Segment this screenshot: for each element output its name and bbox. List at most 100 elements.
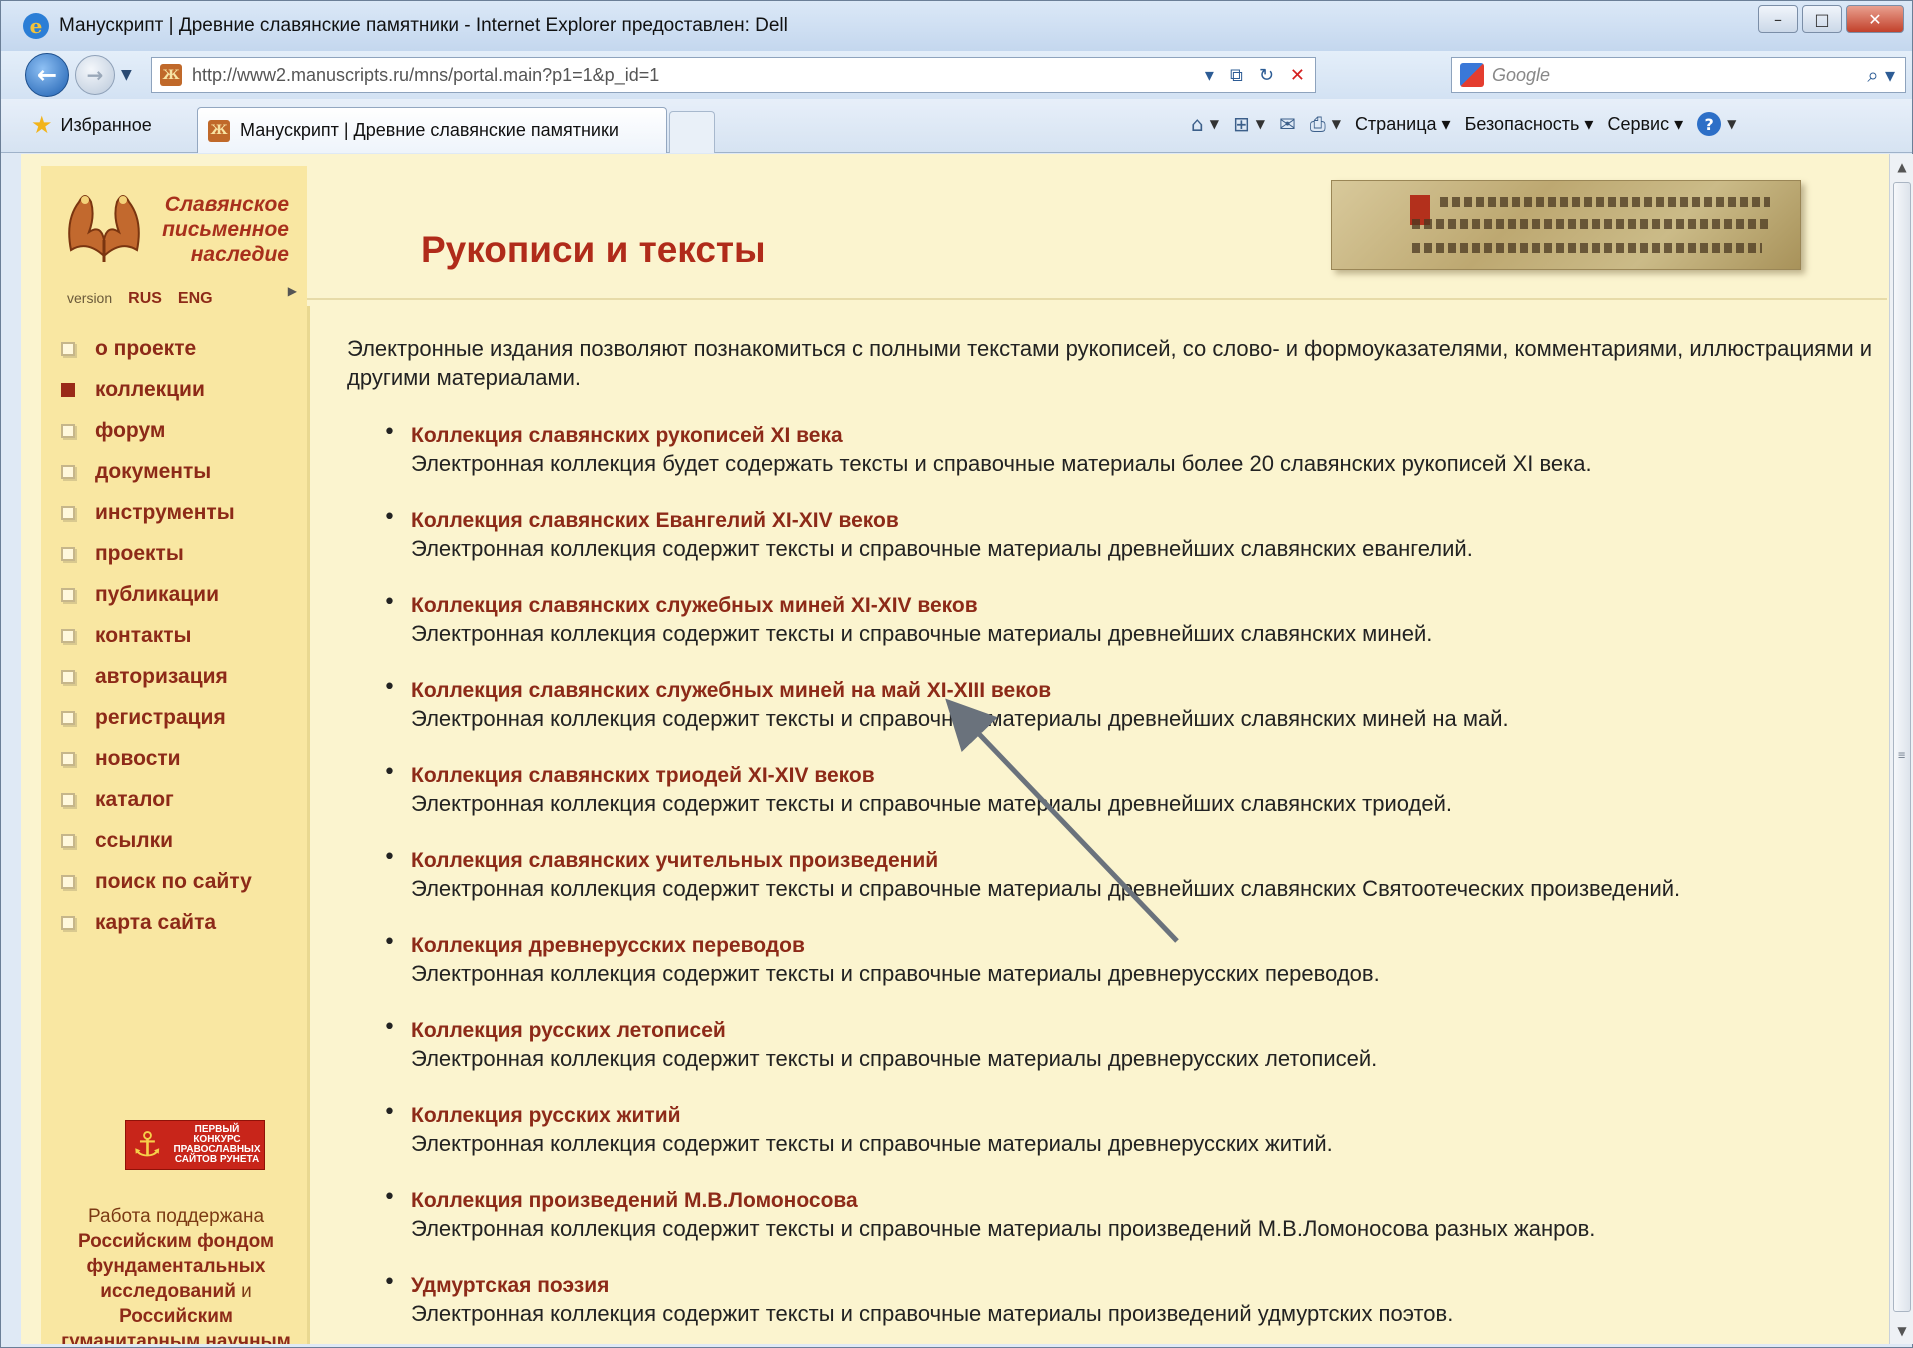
print-icon[interactable]: ⎙ (1310, 112, 1326, 136)
feeds-icon[interactable]: ⊞ (1233, 112, 1250, 136)
stop-icon[interactable]: ✕ (1290, 65, 1305, 86)
sidebar-item-label[interactable]: регистрация (95, 706, 226, 730)
help-dropdown-icon[interactable]: ▼ (1727, 117, 1736, 131)
new-tab-button[interactable] (669, 111, 715, 153)
collections-list: Коллекция славянских рукописей XI века Эл… (383, 420, 1883, 1344)
collection-link[interactable]: Коллекция славянских служебных миней на … (411, 677, 1883, 705)
collection-link[interactable]: Коллекция древнерусских переводов (411, 932, 1883, 960)
collection-description: Электронная коллекция содержит тексты и … (411, 961, 1380, 986)
birds-emblem-icon[interactable] (61, 180, 147, 264)
url-text[interactable]: http://www2.manuscripts.ru/mns/portal.ma… (192, 65, 1205, 86)
vertical-scrollbar[interactable]: ▲ ≡ ▼ (1889, 154, 1913, 1344)
sidebar-item-label[interactable]: карта сайта (95, 911, 216, 935)
close-button[interactable]: ✕ (1846, 5, 1904, 33)
page-menu[interactable]: Страница ▾ (1355, 114, 1451, 135)
sidebar-item-label[interactable]: коллекции (95, 378, 205, 402)
sidebar-item[interactable]: документы (61, 451, 252, 492)
sidebar-item[interactable]: новости (61, 738, 252, 779)
mail-icon[interactable]: ✉ (1279, 112, 1296, 136)
sidebar-item[interactable]: карта сайта (61, 902, 252, 943)
sidebar-item[interactable]: проекты (61, 533, 252, 574)
minimize-button[interactable]: – (1758, 5, 1798, 33)
header-divider (307, 298, 1887, 300)
sidebar-item-label[interactable]: новости (95, 747, 181, 771)
maximize-button[interactable]: □ (1802, 5, 1842, 33)
triangle-right-icon: ▶ (287, 284, 297, 298)
sidebar-item-label[interactable]: инструменты (95, 501, 235, 525)
history-dropdown-icon[interactable]: ▼ (121, 67, 132, 83)
bullet-box-icon (61, 546, 75, 561)
service-menu[interactable]: Сервис ▾ (1607, 114, 1683, 135)
help-icon[interactable]: ? (1697, 112, 1722, 136)
tab-active[interactable]: Ж Манускрипт | Древние славянские памятн… (197, 107, 667, 153)
sidebar-item-label[interactable]: авторизация (95, 665, 228, 689)
command-bar: ⌂ ▼ ⊞ ▼ ✉ ⎙ ▼ Страница ▾ Безопасность ▾ … (1191, 109, 1736, 139)
compatibility-view-icon[interactable]: ⧉ (1230, 65, 1243, 86)
award-badge[interactable]: ⚓ Первый конкурс православных сайтов Рун… (125, 1120, 265, 1170)
sidebar-item[interactable]: инструменты (61, 492, 252, 533)
bullet-box-icon (61, 341, 75, 356)
sidebar-item-label[interactable]: о проекте (95, 337, 196, 361)
sidebar-item[interactable]: каталог (61, 779, 252, 820)
home-dropdown-icon[interactable]: ▼ (1210, 117, 1219, 131)
collection-link[interactable]: Коллекция произведений М.В.Ломоносова (411, 1187, 1883, 1215)
collection-item: Коллекция славянских служебных миней XI-… (383, 590, 1883, 677)
sidebar-item-label[interactable]: форум (95, 419, 165, 443)
search-field[interactable]: Google ⌕ ▾ (1451, 57, 1906, 93)
bullet-box-icon (61, 505, 75, 520)
collection-item: Коллекция произведений М.В.ЛомоносоваЭле… (383, 1185, 1883, 1272)
refresh-icon[interactable]: ↻ (1259, 65, 1274, 86)
bullet-box-icon (61, 710, 75, 725)
tab-title: Манускрипт | Древние славянские памятник… (240, 120, 619, 140)
sidebar-item[interactable]: форум (61, 410, 252, 451)
sidebar-item-label[interactable]: документы (95, 460, 211, 484)
bullet-box-icon (61, 751, 75, 766)
favorites-button[interactable]: ★ Избранное (31, 111, 152, 139)
sidebar-item[interactable]: контакты (61, 615, 252, 656)
sidebar-item-label[interactable]: каталог (95, 788, 174, 812)
sidebar-item[interactable]: ссылки (61, 820, 252, 861)
sidebar-item[interactable]: поиск по сайту (61, 861, 252, 902)
sidebar-item-label[interactable]: ссылки (95, 829, 173, 853)
page-title: Рукописи и тексты (421, 229, 766, 270)
collection-link[interactable]: Удмуртская поэзия (411, 1272, 1883, 1300)
window-title: Манускрипт | Древние славянские памятник… (59, 15, 788, 36)
collection-link[interactable]: Коллекция славянских служебных миней XI-… (411, 592, 1883, 620)
forward-button[interactable]: → (75, 55, 115, 95)
address-field[interactable]: Ж http://www2.manuscripts.ru/mns/portal.… (151, 57, 1316, 93)
sidebar-item-label[interactable]: поиск по сайту (95, 870, 252, 894)
sidebar-item[interactable]: регистрация (61, 697, 252, 738)
collection-link[interactable]: Коллекция славянских учительных произвед… (411, 847, 1883, 875)
scroll-down-arrow-icon[interactable]: ▼ (1892, 1320, 1912, 1342)
safety-menu[interactable]: Безопасность ▾ (1465, 114, 1594, 135)
sidebar-item-label[interactable]: проекты (95, 542, 184, 566)
search-placeholder[interactable]: Google (1492, 65, 1867, 86)
collection-link[interactable]: Коллекция русских летописей (411, 1017, 1883, 1045)
collection-link[interactable]: Коллекция славянских Евангелий XI-XIV ве… (411, 507, 1883, 535)
scroll-thumb[interactable]: ≡ (1893, 182, 1911, 1312)
back-button[interactable]: ← (25, 53, 69, 97)
home-icon[interactable]: ⌂ (1191, 112, 1204, 136)
bullet-box-icon (61, 669, 75, 684)
sidebar-item[interactable]: коллекции (61, 369, 252, 410)
collection-item: Коллекция славянских рукописей XI векаЭл… (383, 420, 1883, 507)
manuscript-text-line (1412, 219, 1772, 229)
bullet-box-icon (61, 874, 75, 889)
feeds-dropdown-icon[interactable]: ▼ (1256, 117, 1265, 131)
collection-link[interactable]: Коллекция славянских рукописей XI века (411, 422, 1883, 450)
rgnf-link[interactable]: Российским гуманитарным научным фондом (61, 1306, 291, 1344)
collection-link[interactable]: Коллекция русских житий (411, 1102, 1883, 1130)
site-favicon-icon: Ж (160, 64, 182, 86)
sidebar-item[interactable]: публикации (61, 574, 252, 615)
sidebar-item-label[interactable]: контакты (95, 624, 191, 648)
address-dropdown-icon[interactable]: ▾ (1205, 65, 1214, 86)
sidebar-item[interactable]: о проекте (61, 328, 252, 369)
collection-link[interactable]: Коллекция славянских триодей XI-XIV веко… (411, 762, 1883, 790)
sidebar-item[interactable]: авторизация (61, 656, 252, 697)
sidebar-item-label[interactable]: публикации (95, 583, 219, 607)
search-magnifier-icon[interactable]: ⌕ ▾ (1867, 63, 1895, 87)
scroll-up-arrow-icon[interactable]: ▲ (1892, 156, 1912, 178)
address-toolbar: ← → ▼ Ж http://www2.manuscripts.ru/mns/p… (1, 51, 1912, 99)
print-dropdown-icon[interactable]: ▼ (1332, 117, 1341, 131)
award-text: Первый конкурс православных сайтов Рунет… (173, 1124, 261, 1165)
